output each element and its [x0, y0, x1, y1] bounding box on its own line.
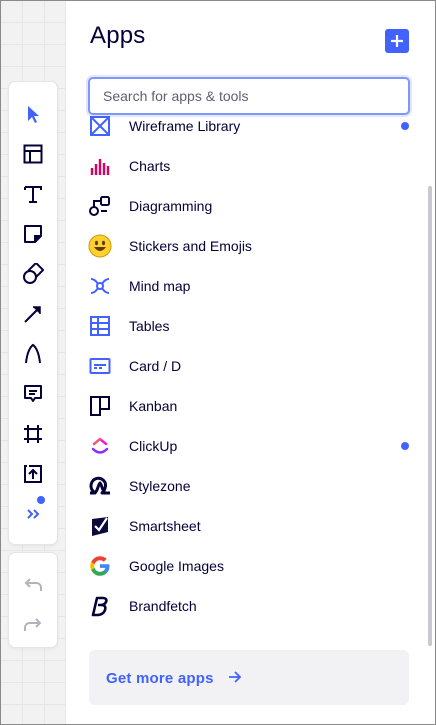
undo-button[interactable] — [13, 565, 53, 605]
get-more-apps-button[interactable]: Get more apps — [89, 650, 409, 705]
new-badge-dot — [401, 122, 409, 130]
pen-icon — [25, 343, 41, 364]
app-label: ClickUp — [129, 438, 178, 454]
smartsheet-icon — [88, 514, 112, 538]
comment-icon — [24, 385, 42, 402]
apps-panel: Apps Wireframe Library Charts Diagrammin… — [66, 0, 436, 725]
kanban-icon — [88, 394, 112, 418]
app-label: Smartsheet — [129, 518, 201, 534]
plus-icon — [391, 35, 403, 47]
shapes-tool[interactable] — [13, 254, 53, 294]
google-icon — [88, 554, 112, 578]
app-item-card[interactable]: Card / D — [66, 346, 428, 386]
double-chevron-icon — [27, 509, 40, 519]
cursor-icon — [28, 106, 39, 123]
connection-line-tool[interactable] — [13, 294, 53, 334]
wireframe-icon — [88, 116, 112, 138]
app-item-tables[interactable]: Tables — [66, 306, 428, 346]
frame-tool[interactable] — [13, 414, 53, 454]
redo-button[interactable] — [13, 605, 53, 645]
sticky-note-tool[interactable] — [13, 214, 53, 254]
shapes-icon — [23, 263, 44, 284]
templates-tool[interactable] — [13, 134, 53, 174]
app-item-google-images[interactable]: Google Images — [66, 546, 428, 586]
select-tool[interactable] — [13, 94, 53, 134]
clickup-icon — [88, 434, 112, 458]
app-label: Wireframe Library — [129, 118, 241, 134]
mind-map-icon — [88, 274, 112, 298]
comment-tool[interactable] — [13, 374, 53, 414]
app-label: Stylezone — [129, 478, 191, 494]
app-label: Google Images — [129, 558, 224, 574]
app-item-clickup[interactable]: ClickUp — [66, 426, 428, 466]
history-toolbar — [9, 553, 57, 647]
brandfetch-icon — [88, 594, 112, 618]
app-label: Charts — [129, 158, 171, 174]
emoji-icon — [88, 234, 112, 258]
stylezone-icon — [88, 474, 112, 498]
app-label: Stickers and Emojis — [129, 238, 252, 254]
app-item-wireframe-library[interactable]: Wireframe Library — [66, 116, 428, 146]
arrow-icon — [24, 306, 41, 323]
redo-icon — [24, 618, 42, 631]
app-label: Diagramming — [129, 198, 213, 214]
frame-icon — [24, 425, 42, 443]
app-item-diagramming[interactable]: Diagramming — [66, 186, 428, 226]
app-item-stickers-and-emojis[interactable]: Stickers and Emojis — [66, 226, 428, 266]
text-icon — [24, 186, 42, 203]
app-label: Tables — [129, 318, 170, 334]
text-tool[interactable] — [13, 174, 53, 214]
pen-tool[interactable] — [13, 334, 53, 374]
main-toolbar — [9, 82, 57, 544]
more-tools-button[interactable] — [13, 494, 53, 534]
diagramming-icon — [88, 194, 112, 218]
apps-list: Wireframe Library Charts Diagramming Sti… — [66, 116, 428, 636]
notification-dot — [37, 496, 45, 504]
layout-icon — [23, 144, 43, 164]
app-label: Card / D — [129, 358, 182, 374]
upload-icon — [24, 465, 42, 483]
app-label: Kanban — [129, 398, 178, 414]
app-label: Brandfetch — [129, 598, 197, 614]
app-item-stylezone[interactable]: Stylezone — [66, 466, 428, 506]
app-item-mind-map[interactable]: Mind map — [66, 266, 428, 306]
app-label: Mind map — [129, 278, 191, 294]
table-icon — [88, 314, 112, 338]
app-item-brandfetch[interactable]: Brandfetch — [66, 586, 428, 626]
sticky-note-icon — [24, 225, 42, 243]
upload-tool[interactable] — [13, 454, 53, 494]
search-input[interactable] — [88, 77, 410, 115]
panel-title: Apps — [90, 22, 146, 49]
app-item-kanban[interactable]: Kanban — [66, 386, 428, 426]
app-item-charts[interactable]: Charts — [66, 146, 428, 186]
undo-icon — [24, 578, 42, 591]
app-item-smartsheet[interactable]: Smartsheet — [66, 506, 428, 546]
card-icon — [88, 354, 112, 378]
new-badge-dot — [401, 442, 409, 450]
get-more-apps-label: Get more apps — [106, 670, 214, 687]
scrollbar[interactable] — [428, 186, 432, 646]
arrow-right-icon — [229, 671, 242, 683]
charts-icon — [88, 154, 112, 178]
add-app-button[interactable] — [385, 29, 409, 53]
